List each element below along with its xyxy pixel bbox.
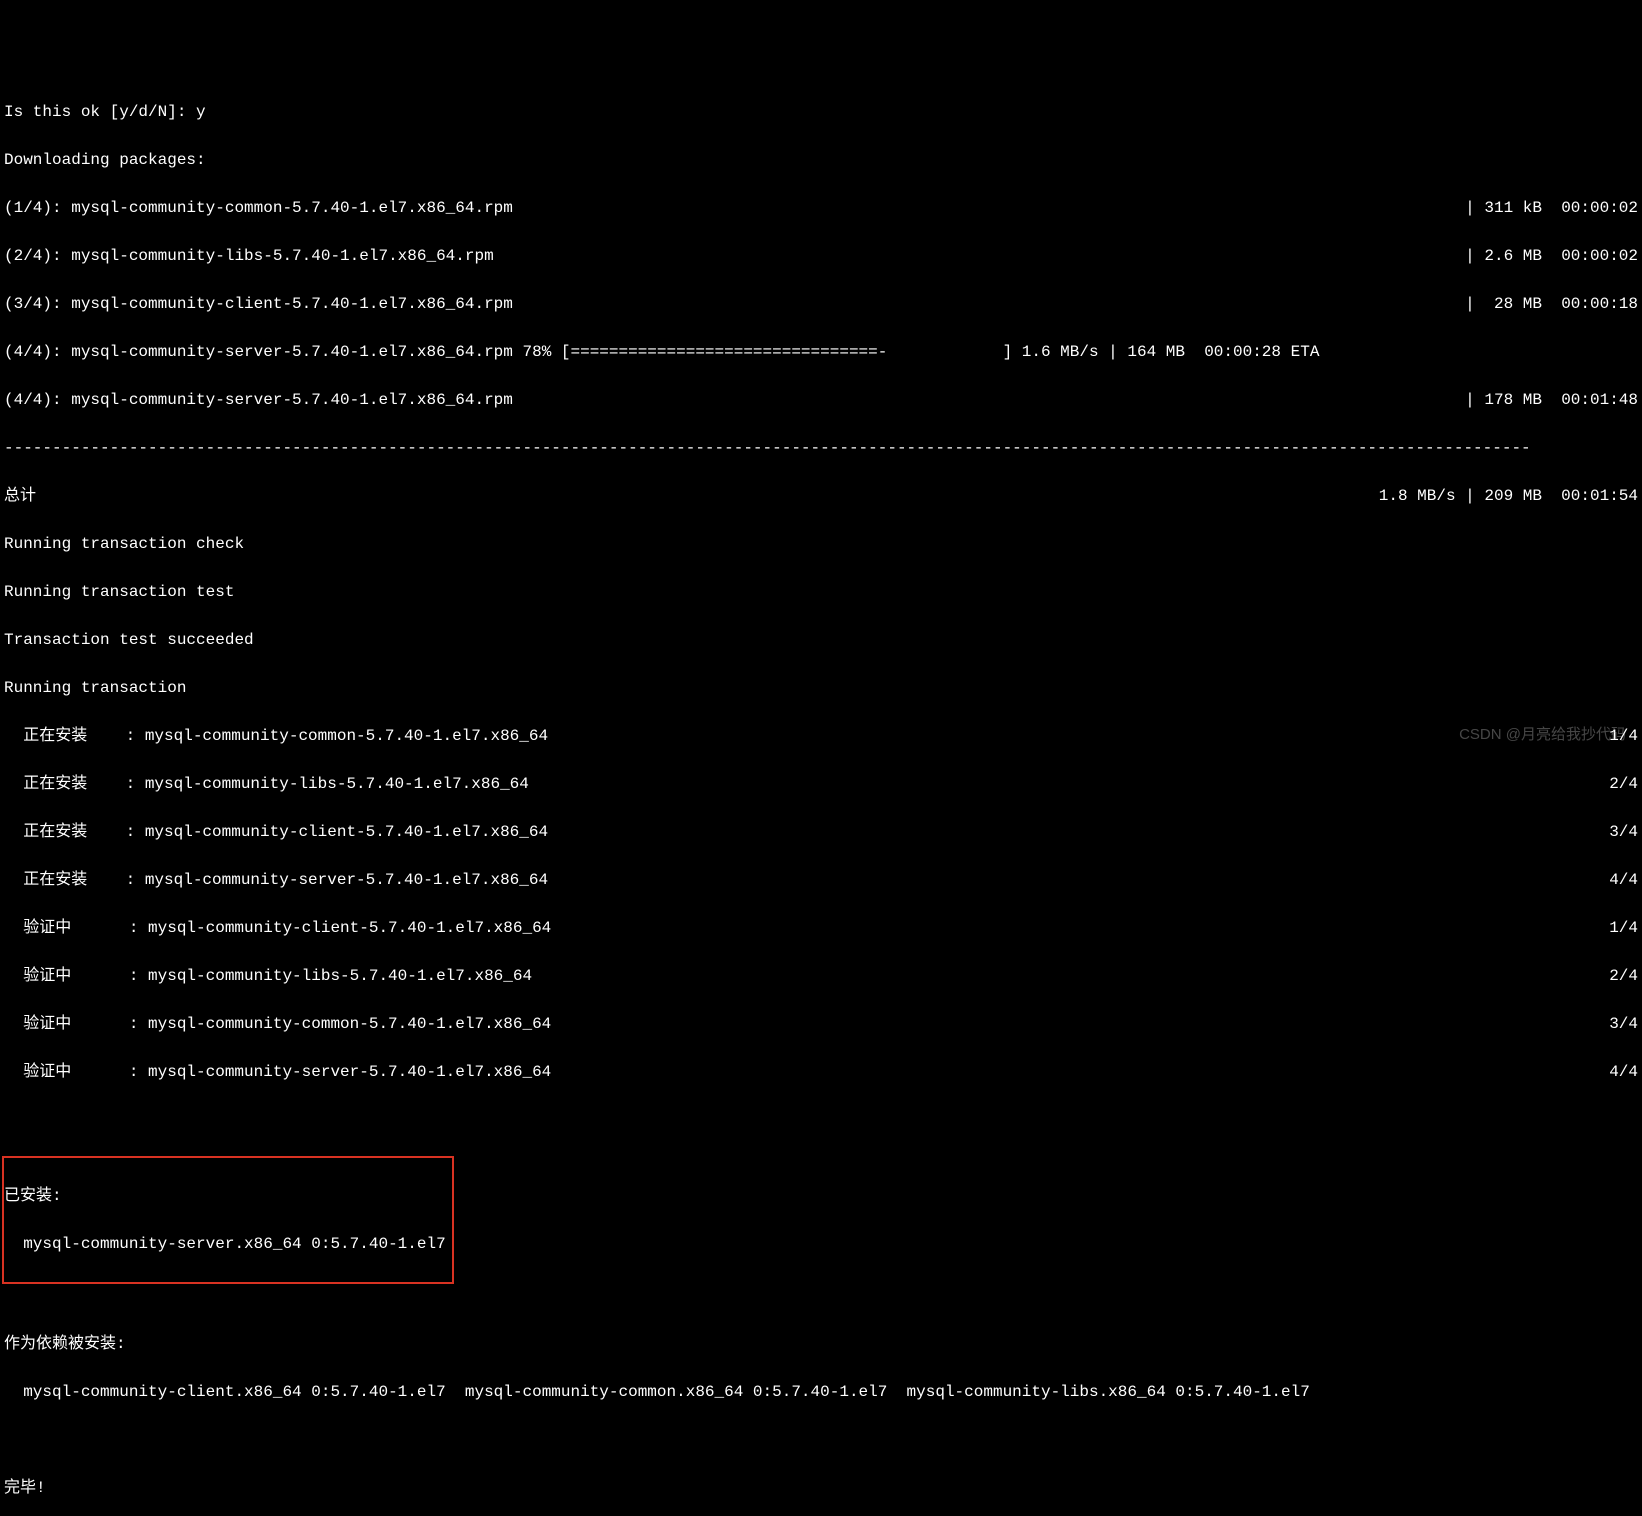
download-line: (1/4): mysql-community-common-5.7.40-1.e… [4, 196, 1638, 220]
dl-left: (4/4): mysql-community-server-5.7.40-1.e… [4, 388, 513, 412]
dl-left: (3/4): mysql-community-client-5.7.40-1.e… [4, 292, 513, 316]
dependency-packages: mysql-community-client.x86_64 0:5.7.40-1… [4, 1380, 1638, 1404]
transaction-test: Running transaction test [4, 580, 1638, 604]
dl-right: | 311 kB 00:00:02 [1465, 196, 1638, 220]
download-line-progress: (4/4): mysql-community-server-5.7.40-1.e… [4, 340, 1638, 364]
verify-step: 验证中 : mysql-community-client-5.7.40-1.el… [4, 916, 1638, 940]
verify-step: 验证中 : mysql-community-server-5.7.40-1.el… [4, 1060, 1638, 1084]
step-left: 验证中 : mysql-community-server-5.7.40-1.el… [4, 1060, 551, 1084]
dl-left: (4/4): mysql-community-server-5.7.40-1.e… [4, 340, 1319, 364]
blank-line [4, 1428, 1638, 1452]
transaction-running: Running transaction [4, 676, 1638, 700]
step-right: 4/4 [1609, 868, 1638, 892]
verify-step: 验证中 : mysql-community-libs-5.7.40-1.el7.… [4, 964, 1638, 988]
blank-line [4, 1284, 1638, 1308]
step-right: 2/4 [1609, 964, 1638, 988]
installed-highlight-box: 已安装: mysql-community-server.x86_64 0:5.7… [2, 1156, 454, 1284]
download-line: (4/4): mysql-community-server-5.7.40-1.e… [4, 388, 1638, 412]
separator-dashes: ----------------------------------------… [4, 436, 1638, 460]
step-right: 1/4 [1609, 724, 1638, 748]
total-left: 总计 [4, 484, 36, 508]
transaction-succeeded: Transaction test succeeded [4, 628, 1638, 652]
dl-left: (2/4): mysql-community-libs-5.7.40-1.el7… [4, 244, 494, 268]
download-line: (3/4): mysql-community-client-5.7.40-1.e… [4, 292, 1638, 316]
downloading-header: Downloading packages: [4, 148, 1638, 172]
step-left: 验证中 : mysql-community-client-5.7.40-1.el… [4, 916, 551, 940]
install-step: 正在安装 : mysql-community-common-5.7.40-1.e… [4, 724, 1638, 748]
total-line: 总计 1.8 MB/s | 209 MB 00:01:54 [4, 484, 1638, 508]
confirm-prompt: Is this ok [y/d/N]: y [4, 100, 1638, 124]
step-right: 1/4 [1609, 916, 1638, 940]
step-left: 正在安装 : mysql-community-libs-5.7.40-1.el7… [4, 772, 529, 796]
step-right: 3/4 [1609, 820, 1638, 844]
installed-header: 已安装: [4, 1184, 446, 1208]
dl-right: | 2.6 MB 00:00:02 [1465, 244, 1638, 268]
dependency-header: 作为依赖被安装: [4, 1332, 1638, 1356]
step-left: 正在安装 : mysql-community-server-5.7.40-1.e… [4, 868, 548, 892]
dl-right: | 178 MB 00:01:48 [1465, 388, 1638, 412]
install-step: 正在安装 : mysql-community-server-5.7.40-1.e… [4, 868, 1638, 892]
step-right: 3/4 [1609, 1012, 1638, 1036]
installed-package: mysql-community-server.x86_64 0:5.7.40-1… [4, 1232, 446, 1256]
install-step: 正在安装 : mysql-community-client-5.7.40-1.e… [4, 820, 1638, 844]
step-left: 验证中 : mysql-community-common-5.7.40-1.el… [4, 1012, 551, 1036]
verify-step: 验证中 : mysql-community-common-5.7.40-1.el… [4, 1012, 1638, 1036]
done-line: 完毕! [4, 1476, 1638, 1500]
transaction-check: Running transaction check [4, 532, 1638, 556]
step-left: 验证中 : mysql-community-libs-5.7.40-1.el7.… [4, 964, 532, 988]
step-right: 4/4 [1609, 1060, 1638, 1084]
step-left: 正在安装 : mysql-community-common-5.7.40-1.e… [4, 724, 548, 748]
install-step: 正在安装 : mysql-community-libs-5.7.40-1.el7… [4, 772, 1638, 796]
dl-left: (1/4): mysql-community-common-5.7.40-1.e… [4, 196, 513, 220]
dl-right: | 28 MB 00:00:18 [1465, 292, 1638, 316]
blank-line [4, 1108, 1638, 1132]
download-line: (2/4): mysql-community-libs-5.7.40-1.el7… [4, 244, 1638, 268]
step-right: 2/4 [1609, 772, 1638, 796]
step-left: 正在安装 : mysql-community-client-5.7.40-1.e… [4, 820, 548, 844]
total-right: 1.8 MB/s | 209 MB 00:01:54 [1379, 484, 1638, 508]
